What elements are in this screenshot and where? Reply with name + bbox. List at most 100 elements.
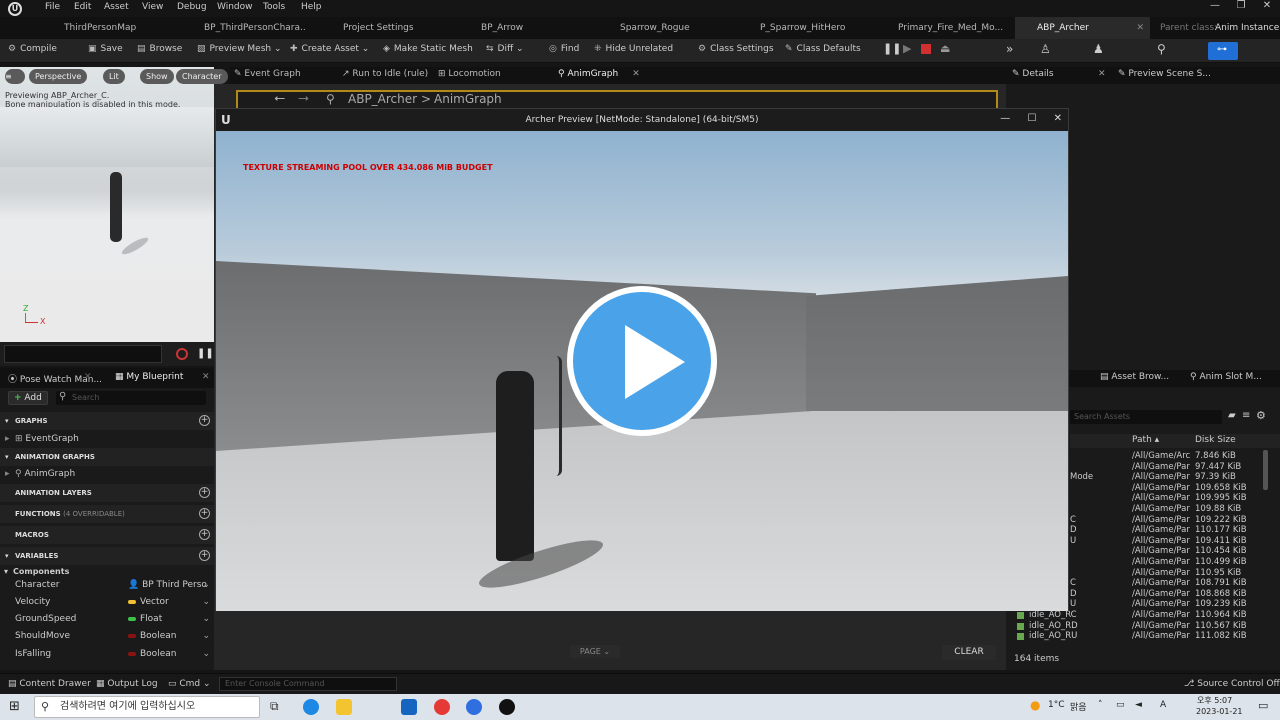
mesh-mode-icon[interactable]: ♟ bbox=[1093, 42, 1104, 56]
step-icon[interactable]: ▶ bbox=[903, 42, 911, 55]
close-tab-icon[interactable]: ✕ bbox=[1136, 17, 1144, 39]
variable-row[interactable]: Velocity Vector ⌄ bbox=[0, 594, 214, 611]
clear-button[interactable]: CLEAR bbox=[942, 645, 996, 660]
unreal-logo-icon[interactable]: U bbox=[8, 2, 22, 16]
pause-icon[interactable]: ❚❚ bbox=[197, 348, 214, 359]
breadcrumb-root[interactable]: ABP_Archer bbox=[348, 92, 417, 106]
tab-primary-fire-med[interactable]: Primary_Fire_Med_Mo... bbox=[882, 17, 1007, 39]
class-defaults-button[interactable]: ✎ Class Defaults bbox=[785, 44, 861, 54]
table-row[interactable]: idle_AO_RC/All/Game/Par 110.964 KiB bbox=[1006, 610, 1280, 621]
file-explorer-icon[interactable] bbox=[336, 699, 352, 715]
viewport-options-button[interactable]: ≡ bbox=[5, 69, 25, 84]
tab-bp-thirdpersonchara[interactable]: BP_ThirdPersonChara... bbox=[186, 17, 306, 39]
preview-mesh-button[interactable]: ▧ Preview Mesh ⌄ bbox=[197, 44, 282, 54]
page-selector[interactable]: PAGE ⌄ bbox=[570, 645, 620, 658]
chevron-down-icon[interactable]: ⌄ bbox=[202, 577, 210, 594]
tray-overflow-icon[interactable]: ˄ bbox=[1098, 700, 1103, 710]
overflow-chevron-icon[interactable]: » bbox=[1006, 42, 1013, 56]
maximize-button[interactable]: ❐ bbox=[1228, 0, 1254, 11]
tab-bp-arrow[interactable]: BP_Arrow bbox=[465, 17, 585, 39]
menu-file[interactable]: File bbox=[45, 2, 60, 12]
add-function-icon[interactable]: + bbox=[199, 508, 210, 519]
section-variables[interactable]: ▾ VARIABLES + bbox=[0, 547, 214, 565]
source-control-button[interactable]: ⎇ Source Control Off bbox=[1184, 679, 1280, 689]
tab-run-to-idle[interactable]: ↗ Run to Idle (rule) bbox=[342, 69, 428, 79]
close-button[interactable]: ✕ bbox=[1054, 113, 1062, 124]
add-layer-icon[interactable]: + bbox=[199, 487, 210, 498]
asset-search-input[interactable]: Search Assets bbox=[1070, 410, 1222, 424]
add-variable-icon[interactable]: + bbox=[199, 550, 210, 561]
output-log-button[interactable]: ▦ Output Log bbox=[96, 679, 158, 689]
section-macros[interactable]: MACROS + bbox=[0, 526, 214, 544]
mail-icon[interactable] bbox=[401, 699, 417, 715]
content-drawer-button[interactable]: ▤ Content Drawer bbox=[8, 679, 91, 689]
list-item-animgraph[interactable]: ▸ ⚲ AnimGraph bbox=[0, 466, 214, 482]
chevron-down-icon[interactable]: ⌄ bbox=[202, 594, 210, 611]
tab-event-graph[interactable]: ✎ Event Graph bbox=[234, 69, 301, 79]
tab-sparrow-rogue[interactable]: Sparrow_Rogue bbox=[604, 17, 724, 39]
add-graph-icon[interactable]: + bbox=[199, 415, 210, 426]
tab-locomotion[interactable]: ⊞ Locomotion bbox=[438, 69, 501, 79]
menu-asset[interactable]: Asset bbox=[104, 2, 129, 12]
animation-mode-icon[interactable]: ⚲ bbox=[1157, 42, 1166, 56]
class-settings-button[interactable]: ⚙ Class Settings bbox=[698, 44, 774, 54]
save-search-icon[interactable]: ▰ bbox=[1228, 410, 1236, 421]
section-functions[interactable]: FUNCTIONS (4 OVERRIDABLE) + bbox=[0, 505, 214, 523]
close-tab-icon[interactable]: ✕ bbox=[202, 372, 210, 382]
table-row[interactable]: idle_AO_RD/All/Game/Par 110.567 KiB bbox=[1006, 621, 1280, 632]
lit-button[interactable]: Lit bbox=[103, 69, 125, 84]
tab-thirdpersonmap[interactable]: ThirdPersonMap bbox=[48, 17, 178, 39]
edge-browser-icon[interactable] bbox=[303, 699, 319, 715]
notifications-icon[interactable]: ▭ bbox=[1258, 699, 1268, 712]
chevron-down-icon[interactable]: ⌄ bbox=[202, 646, 210, 663]
make-static-mesh-button[interactable]: ◈ Make Static Mesh bbox=[383, 44, 473, 54]
tab-anim-slot-manager[interactable]: ⚲ Anim Slot M... bbox=[1190, 372, 1262, 382]
tab-my-blueprint[interactable]: ▦ My Blueprint bbox=[115, 372, 183, 382]
minimize-button[interactable]: — bbox=[1202, 0, 1228, 11]
skeleton-mode-icon[interactable]: ♙ bbox=[1040, 42, 1051, 56]
app-icon[interactable] bbox=[466, 699, 482, 715]
menu-debug[interactable]: Debug bbox=[177, 2, 207, 12]
variable-row[interactable]: IsFalling Boolean ⌄ bbox=[0, 646, 214, 663]
back-arrow-icon[interactable]: ⭠ bbox=[274, 90, 285, 106]
tab-project-settings[interactable]: Project Settings bbox=[325, 17, 445, 39]
section-animation-graphs[interactable]: ▾ ANIMATION GRAPHS bbox=[0, 448, 214, 466]
variable-row[interactable]: Character 👤 BP Third Perso ⌄ bbox=[0, 577, 214, 594]
column-header-path[interactable]: Path ▴ bbox=[1132, 435, 1159, 445]
show-button[interactable]: Show bbox=[140, 69, 174, 84]
hide-unrelated-button[interactable]: ⁜ Hide Unrelated bbox=[594, 44, 673, 54]
game-scene[interactable]: TEXTURE STREAMING POOL OVER 434.086 MiB … bbox=[216, 131, 1068, 611]
blueprint-mode-button[interactable]: ⊶ bbox=[1208, 42, 1238, 60]
chevron-down-icon[interactable]: ⌄ bbox=[202, 628, 210, 645]
add-button[interactable]: + Add bbox=[8, 391, 48, 405]
unreal-engine-taskbar-icon[interactable] bbox=[499, 699, 515, 715]
variable-row[interactable]: ShouldMove Boolean ⌄ bbox=[0, 628, 214, 645]
preview-viewport[interactable]: ≡ Perspective Lit Show Character Preview… bbox=[0, 67, 228, 342]
menu-view[interactable]: View bbox=[142, 2, 163, 12]
tab-details[interactable]: ✎ Details bbox=[1012, 69, 1054, 79]
close-button[interactable]: ✕ bbox=[1254, 0, 1280, 11]
console-command-input[interactable]: Enter Console Command bbox=[219, 677, 397, 691]
close-tab-icon[interactable]: ✕ bbox=[632, 69, 640, 79]
section-graphs[interactable]: ▾ GRAPHS + bbox=[0, 412, 214, 430]
diff-button[interactable]: ⇆ Diff ⌄ bbox=[486, 44, 524, 54]
gear-icon[interactable]: ⚙ bbox=[1256, 409, 1266, 422]
input-language[interactable]: A bbox=[1160, 700, 1166, 710]
tab-preview-scene[interactable]: ✎ Preview Scene S... bbox=[1118, 69, 1211, 79]
browse-button[interactable]: ▤ Browse bbox=[137, 44, 182, 54]
tab-animgraph[interactable]: ⚲ AnimGraph ✕ bbox=[558, 69, 640, 79]
clock-date[interactable]: 2023-01-21 bbox=[1196, 707, 1243, 716]
character-button[interactable]: Character bbox=[176, 69, 228, 84]
compile-button[interactable]: ⚙ Compile bbox=[8, 44, 57, 54]
filter-icon[interactable]: ≡ bbox=[1242, 410, 1250, 421]
menu-tools[interactable]: Tools bbox=[263, 2, 285, 12]
pause-icon[interactable]: ❚❚ bbox=[883, 42, 901, 55]
close-tab-icon[interactable]: ✕ bbox=[84, 372, 92, 382]
breadcrumb-child[interactable]: AnimGraph bbox=[434, 92, 502, 106]
table-row[interactable]: idle_AO_RU/All/Game/Par 111.082 KiB bbox=[1006, 631, 1280, 642]
chevron-down-icon[interactable]: ⌄ bbox=[202, 611, 210, 628]
find-button[interactable]: ◎ Find bbox=[549, 44, 579, 54]
add-macro-icon[interactable]: + bbox=[199, 529, 210, 540]
perspective-button[interactable]: Perspective bbox=[29, 69, 88, 84]
menu-edit[interactable]: Edit bbox=[74, 2, 91, 12]
